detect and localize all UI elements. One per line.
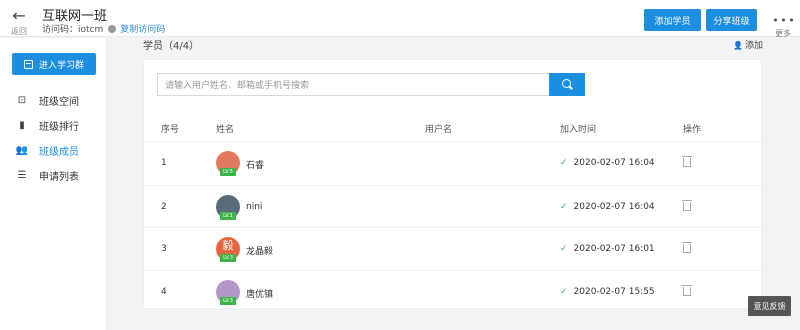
ranking-icon: ▮ [19,119,25,131]
join-time-value: 2020-02-07 16:01 [573,244,655,254]
join-time: ✓ 2020-02-07 16:04 [560,202,655,212]
member-name[interactable]: nini [246,202,262,212]
delete-icon[interactable] [682,156,692,167]
row-index: 4 [161,287,167,297]
check-icon: ✓ [560,202,568,212]
avatar[interactable]: 毅 LV.3 [216,237,240,262]
top-bar: ← 返回 互联网一班 访问码：iotcm 复制访问码 添加学员 分享班级 • • … [0,0,800,39]
sidebar-item-class-ranking[interactable]: ▮ 班级排行 [0,114,107,136]
members-icon: 👥 [15,144,29,156]
avatar-char [216,195,240,212]
join-time: ✓ 2020-02-07 15:55 [560,287,655,297]
back-button[interactable]: ← 返回 [9,6,29,37]
member-name[interactable]: 龙晶毅 [246,244,273,257]
join-time: ✓ 2020-02-07 16:04 [560,158,655,168]
sidebar-item-label: 申请列表 [39,171,79,183]
copy-access-code-link[interactable]: 复制访问码 [120,25,165,35]
join-time: ✓ 2020-02-07 16:01 [560,244,655,254]
avatar-char [216,280,240,297]
avatar[interactable]: LV.1 [216,195,240,220]
join-study-group-label: 进入学习群 [38,60,84,71]
sidebar-item-class-space[interactable]: ⊡ 班级空间 [0,89,107,111]
level-badge: LV.1 [220,212,236,220]
back-arrow-icon: ← [12,6,26,25]
enter-icon [23,59,33,69]
search-input[interactable]: 请输入用户姓名、邮箱或手机号搜索 [157,73,549,96]
avatar[interactable]: LV.5 [216,151,240,176]
avatar[interactable]: LV.3 [216,280,240,305]
feedback-button[interactable]: 意见反馈 [748,296,791,316]
access-code: 访问码：iotcm [42,25,104,35]
sidebar-item-label: 班级排行 [39,121,79,133]
delete-icon[interactable] [682,242,692,253]
delete-icon[interactable] [682,285,692,296]
sidebar-item-class-members[interactable]: 👥 班级成员 [0,139,107,161]
avatar-char [216,151,240,168]
copy-icon[interactable] [108,25,117,33]
row-index: 1 [161,158,167,168]
column-header-index: 序号 [161,125,180,135]
avatar-char: 毅 [222,239,234,252]
more-label: 更多 [775,29,791,38]
search-icon [561,79,571,88]
sidebar: 进入学习群 ⊡ 班级空间 ▮ 班级排行 👥 班级成员 ☰ 申请列表 [0,38,107,330]
column-header-joined: 加入时间 [560,125,597,135]
back-label: 返回 [11,27,27,36]
row-index: 3 [161,244,167,254]
member-name[interactable]: 石睿 [246,158,264,171]
add-member-label: 添加 [744,41,763,51]
column-header-name: 姓名 [216,125,235,135]
add-student-button[interactable]: 添加学员 [644,9,701,31]
level-badge: LV.3 [220,254,236,262]
section-title: 学员（4/4） [143,41,200,52]
column-header-username: 用户名 [425,125,453,135]
add-member-link[interactable]: 👤 添加 [733,38,763,51]
join-time-value: 2020-02-07 16:04 [573,158,655,168]
sidebar-item-label: 班级成员 [39,146,79,158]
add-user-icon: 👤 [733,41,743,50]
more-button[interactable]: • • • 更多 [770,9,796,39]
space-icon: ⊡ [17,94,27,106]
join-time-value: 2020-02-07 15:55 [573,287,655,297]
check-icon: ✓ [560,244,568,254]
more-dots-icon: • • • [772,14,794,27]
search-button[interactable] [549,73,585,96]
member-name[interactable]: 唐优镇 [246,287,273,300]
level-badge: LV.3 [220,297,236,305]
divider [143,141,762,142]
sidebar-item-label: 班级空间 [39,96,79,108]
check-icon: ✓ [560,287,568,297]
divider [143,270,762,271]
access-code-row: 访问码：iotcm 复制访问码 [42,22,165,35]
level-badge: LV.5 [220,168,236,176]
delete-icon[interactable] [682,200,692,211]
column-header-actions: 操作 [683,125,702,135]
divider [143,185,762,186]
list-icon: ☰ [17,169,27,181]
share-class-button[interactable]: 分享班级 [706,9,757,31]
sidebar-item-application-list[interactable]: ☰ 申请列表 [0,164,107,186]
members-card [143,59,762,309]
row-index: 2 [161,202,167,212]
check-icon: ✓ [560,158,568,168]
divider [143,227,762,228]
join-study-group-button[interactable]: 进入学习群 [12,53,96,75]
join-time-value: 2020-02-07 16:04 [573,202,655,212]
